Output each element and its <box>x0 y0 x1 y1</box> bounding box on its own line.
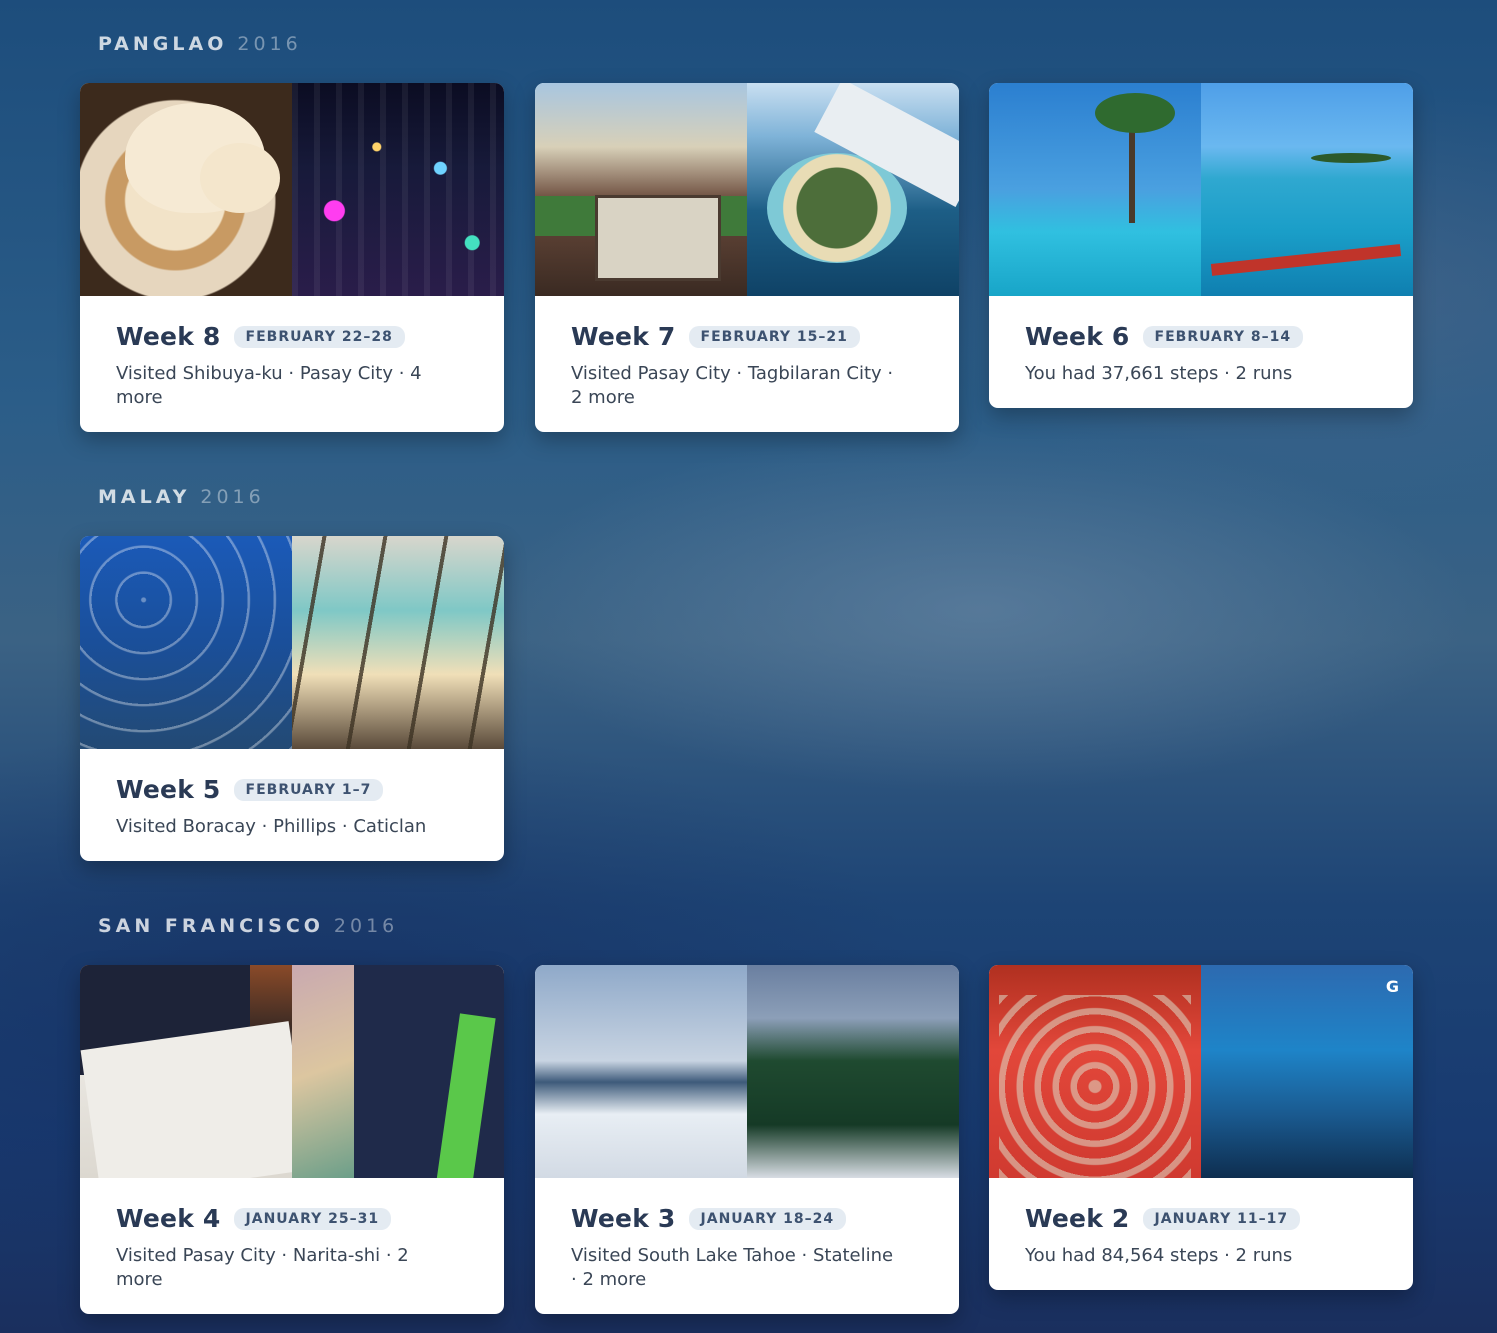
card-photos <box>535 83 959 296</box>
card-photos <box>80 83 504 296</box>
patio-photo <box>535 83 747 296</box>
card-photos <box>80 965 504 1178</box>
date-range-badge: FEBRUARY 8–14 <box>1142 325 1304 348</box>
week-card-week-3[interactable]: Week 3 JANUARY 18–24 Visited South Lake … <box>535 965 959 1314</box>
week-title: Week 7 <box>571 322 676 351</box>
card-photos <box>989 83 1413 296</box>
airplane-window-photo <box>747 83 959 296</box>
week-summary: You had 84,564 steps · 2 runs <box>1025 1245 1293 1266</box>
underwater-fish-photo <box>80 536 292 749</box>
date-range-badge: JANUARY 11–17 <box>1142 1207 1301 1230</box>
week-summary: Visited South Lake Tahoe · Stateline · 2… <box>571 1245 894 1290</box>
section-year: 2016 <box>333 915 399 937</box>
palm-beach-photo <box>292 536 504 749</box>
activity-app-photo: G <box>1201 965 1413 1178</box>
date-range-badge: FEBRUARY 15–21 <box>688 325 860 348</box>
section-header-malay: MALAY 2016 <box>98 486 265 508</box>
section-name: PANGLAO <box>98 33 228 55</box>
card-photos <box>80 536 504 749</box>
section-header-san-francisco: SAN FRANCISCO 2016 <box>98 915 398 937</box>
section-header-panglao: PANGLAO 2016 <box>98 33 302 55</box>
week-summary: Visited Pasay City · Narita-shi · 2 more <box>116 1245 409 1290</box>
ocean-boat-photo <box>1201 83 1413 296</box>
week-title: Week 4 <box>116 1204 221 1233</box>
week-summary: Visited Pasay City · Tagbilaran City · 2… <box>571 363 894 408</box>
week-card-week-5[interactable]: Week 5 FEBRUARY 1–7 Visited Boracay · Ph… <box>80 536 504 861</box>
week-title: Week 5 <box>116 775 221 804</box>
latte-art-photo <box>80 83 292 296</box>
section-name: MALAY <box>98 486 191 508</box>
section-year: 2016 <box>237 33 302 55</box>
section-name: SAN FRANCISCO <box>98 915 324 937</box>
week-summary: Visited Boracay · Phillips · Caticlan <box>116 816 427 837</box>
week-title: Week 3 <box>571 1204 676 1233</box>
card-photos <box>535 965 959 1178</box>
date-range-badge: JANUARY 18–24 <box>688 1207 847 1230</box>
date-range-badge: JANUARY 25–31 <box>233 1207 392 1230</box>
passport-cards-photo <box>292 965 504 1178</box>
date-range-badge: FEBRUARY 22–28 <box>233 325 405 348</box>
app-logo-letter: G <box>1385 977 1399 996</box>
week-card-week-2[interactable]: G Week 2 JANUARY 11–17 You had 84,564 st… <box>989 965 1413 1290</box>
week-title: Week 6 <box>1025 322 1130 351</box>
week-summary: You had 37,661 steps · 2 runs <box>1025 363 1293 384</box>
infinity-pool-photo <box>989 83 1201 296</box>
city-night-photo <box>292 83 504 296</box>
week-card-week-8[interactable]: Week 8 FEBRUARY 22–28 Visited Shibuya-ku… <box>80 83 504 432</box>
week-title: Week 8 <box>116 322 221 351</box>
date-range-badge: FEBRUARY 1–7 <box>233 778 384 801</box>
passport-ticket-photo <box>80 965 292 1178</box>
week-card-week-6[interactable]: Week 6 FEBRUARY 8–14 You had 37,661 step… <box>989 83 1413 408</box>
week-card-week-4[interactable]: Week 4 JANUARY 25–31 Visited Pasay City … <box>80 965 504 1314</box>
card-photos: G <box>989 965 1413 1178</box>
red-poster-photo <box>989 965 1201 1178</box>
week-card-week-7[interactable]: Week 7 FEBRUARY 15–21 Visited Pasay City… <box>535 83 959 432</box>
week-summary: Visited Shibuya-ku · Pasay City · 4 more <box>116 363 422 408</box>
mountain-forest-photo <box>747 965 959 1178</box>
ski-slope-photo <box>535 965 747 1178</box>
section-year: 2016 <box>200 486 265 508</box>
week-title: Week 2 <box>1025 1204 1130 1233</box>
